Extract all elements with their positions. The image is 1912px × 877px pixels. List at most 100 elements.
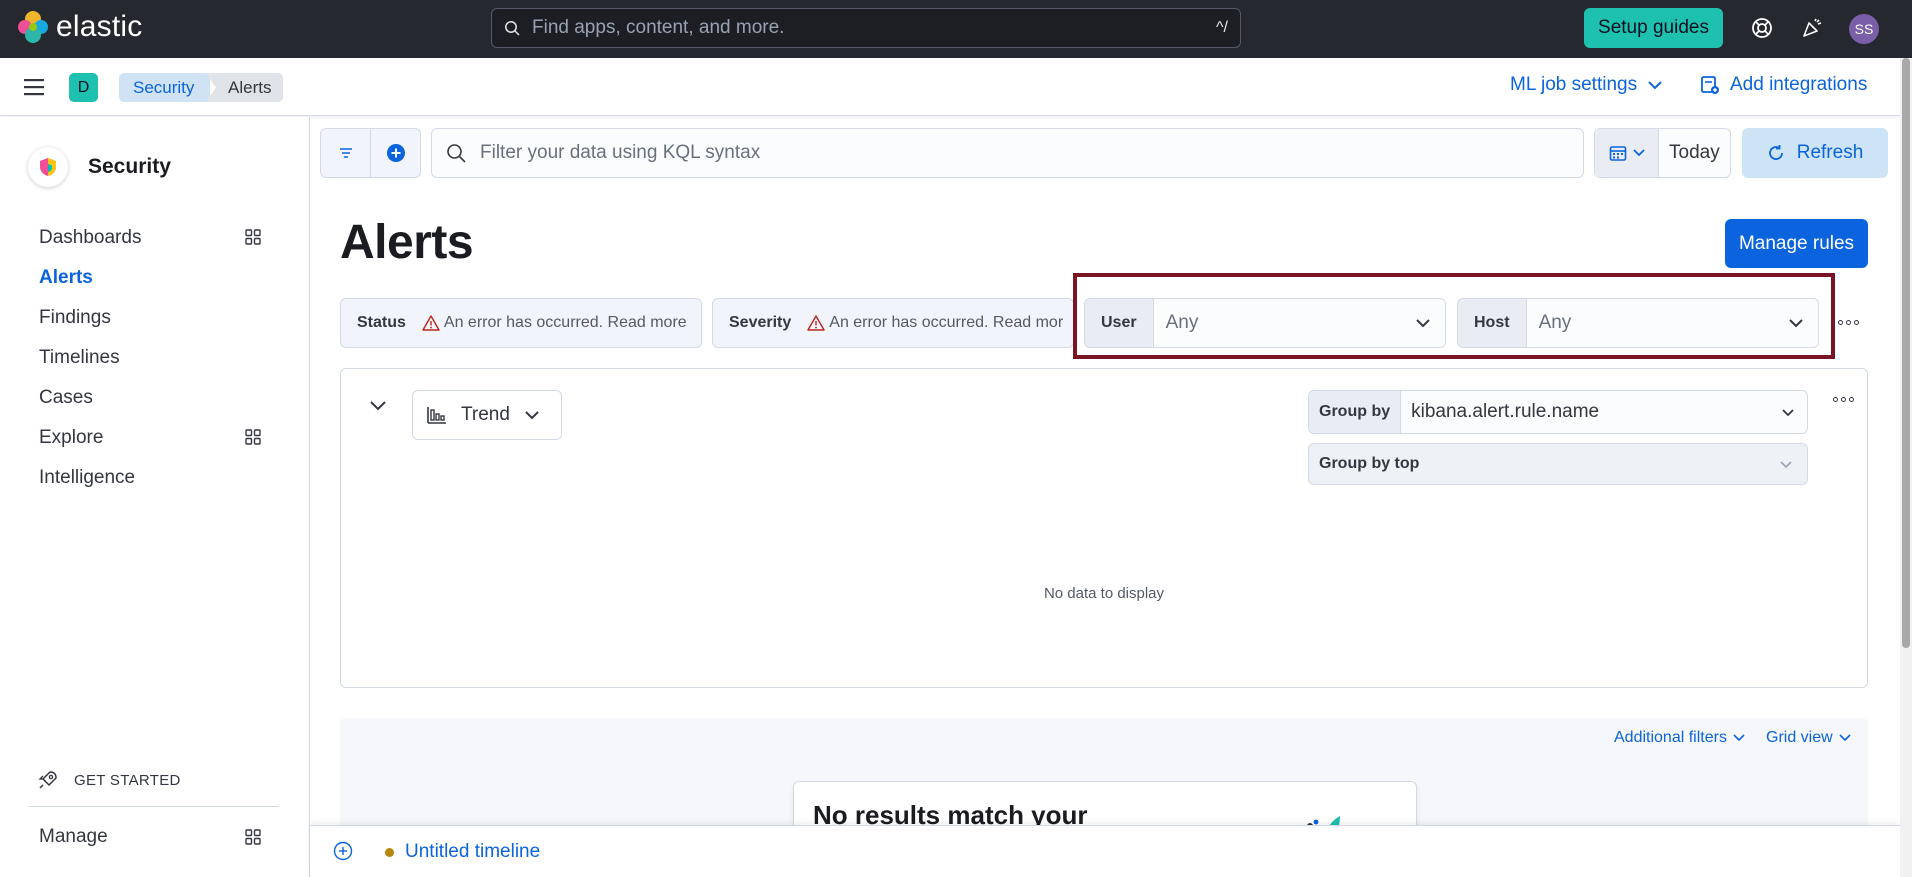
brand-name: elastic bbox=[56, 10, 143, 43]
get-started-link[interactable]: GET STARTED bbox=[38, 770, 181, 790]
filter-more-options-icon[interactable] bbox=[1838, 320, 1859, 325]
refresh-icon bbox=[1768, 145, 1783, 160]
group-by-top-value-field[interactable] bbox=[1429, 444, 1807, 484]
grid-icon[interactable] bbox=[245, 429, 261, 450]
add-integrations-label: Add integrations bbox=[1730, 74, 1868, 95]
ml-job-settings-button[interactable]: ML job settings bbox=[1510, 74, 1663, 96]
timeline-bottom-bar: Untitled timeline bbox=[310, 825, 1900, 877]
plus-circle-icon bbox=[333, 841, 353, 861]
status-filter-error[interactable]: An error has occurred. Read more bbox=[422, 314, 687, 332]
collapse-toggle-button[interactable] bbox=[369, 399, 387, 417]
nav-item-timelines[interactable]: Timelines bbox=[39, 347, 120, 369]
kql-placeholder: Filter your data using KQL syntax bbox=[480, 142, 761, 163]
search-placeholder: Find apps, content, and more. bbox=[532, 17, 785, 38]
chevron-down-icon bbox=[1632, 149, 1645, 157]
menu-toggle-button[interactable] bbox=[10, 68, 58, 106]
severity-filter-label: Severity bbox=[729, 314, 792, 331]
chevron-down-icon bbox=[1782, 408, 1794, 416]
chevron-down-icon bbox=[525, 411, 539, 420]
security-side-nav: Security Dashboards Alerts Findings Time… bbox=[0, 117, 310, 877]
chevron-down-icon bbox=[1733, 734, 1745, 742]
no-data-message: No data to display bbox=[1043, 585, 1165, 602]
filter-options-button[interactable] bbox=[320, 128, 371, 178]
security-logo-icon bbox=[28, 147, 68, 187]
additional-filters-button[interactable]: Additional filters bbox=[1614, 729, 1745, 747]
user-host-highlight-box bbox=[1073, 273, 1835, 359]
refresh-label: Refresh bbox=[1796, 142, 1864, 163]
search-shortcut: ^/ bbox=[1216, 19, 1228, 36]
severity-filter-error[interactable]: An error has occurred. Read mor bbox=[807, 314, 1063, 332]
additional-filters-label: Additional filters bbox=[1614, 729, 1727, 746]
refresh-button[interactable]: Refresh bbox=[1742, 128, 1888, 178]
status-filter-label: Status bbox=[357, 314, 406, 331]
grid-icon[interactable] bbox=[245, 229, 261, 250]
user-avatar[interactable]: SS bbox=[1849, 14, 1879, 44]
add-filter-button[interactable] bbox=[370, 128, 421, 178]
nav-item-explore[interactable]: Explore bbox=[39, 427, 103, 449]
nav-item-alerts[interactable]: Alerts bbox=[39, 267, 93, 289]
side-nav-header[interactable]: Security bbox=[28, 147, 171, 187]
news-feed-icon[interactable] bbox=[1798, 14, 1826, 42]
group-by-top-select[interactable]: Group by top bbox=[1308, 443, 1808, 485]
nav-item-manage[interactable]: Manage bbox=[39, 826, 108, 848]
grid-view-button[interactable]: Grid view bbox=[1766, 729, 1851, 747]
nav-item-findings[interactable]: Findings bbox=[39, 307, 111, 329]
severity-error-text: An error has occurred. Read mor bbox=[829, 314, 1064, 331]
global-header: elastic Find apps, content, and more. ^/… bbox=[0, 0, 1912, 58]
rocket-icon bbox=[38, 771, 57, 789]
status-filter[interactable]: Status An error has occurred. Read more bbox=[340, 298, 702, 348]
nav-item-dashboards[interactable]: Dashboards bbox=[39, 227, 141, 249]
calendar-icon bbox=[1609, 146, 1626, 161]
chart-type-button[interactable]: Trend bbox=[412, 390, 562, 440]
manage-rules-button[interactable]: Manage rules bbox=[1725, 219, 1868, 268]
global-search-input[interactable]: Find apps, content, and more. ^/ bbox=[491, 8, 1241, 48]
panel-more-options-icon[interactable] bbox=[1833, 397, 1854, 402]
group-by-top-label: Group by top bbox=[1319, 455, 1420, 472]
group-by-label: Group by bbox=[1309, 391, 1402, 433]
bar-chart-icon bbox=[427, 407, 446, 424]
scrollbar-thumb[interactable] bbox=[1902, 58, 1910, 648]
add-integrations-button[interactable]: Add integrations bbox=[1700, 74, 1867, 96]
plus-circle-icon bbox=[386, 144, 405, 162]
grid-view-label: Grid view bbox=[1766, 729, 1833, 746]
filter-icon bbox=[339, 148, 352, 158]
warning-icon bbox=[807, 315, 825, 331]
sidebar-divider bbox=[29, 806, 279, 807]
grid-icon[interactable] bbox=[245, 829, 261, 850]
chevron-down-icon bbox=[1839, 734, 1851, 742]
setup-guides-button[interactable]: Setup guides bbox=[1584, 8, 1723, 48]
elastic-logo-icon bbox=[18, 11, 48, 43]
chevron-down-icon bbox=[370, 401, 386, 411]
side-nav-title: Security bbox=[88, 155, 171, 178]
date-range-label: Today bbox=[1669, 142, 1720, 163]
date-picker[interactable]: Today bbox=[1594, 128, 1731, 178]
date-quick-menu-button[interactable] bbox=[1595, 129, 1659, 177]
trend-panel: Trend Group by kibana.alert.rule.name Gr… bbox=[340, 368, 1868, 688]
status-error-text: An error has occurred. Read more bbox=[443, 314, 687, 331]
ml-job-settings-label: ML job settings bbox=[1510, 74, 1638, 95]
get-started-label: GET STARTED bbox=[74, 771, 181, 789]
add-integration-icon bbox=[1701, 76, 1719, 94]
nav-item-cases[interactable]: Cases bbox=[39, 387, 93, 409]
search-icon bbox=[505, 21, 520, 36]
severity-filter[interactable]: Severity An error has occurred. Read mor bbox=[712, 298, 1074, 348]
search-icon bbox=[447, 144, 466, 163]
space-avatar[interactable]: D bbox=[69, 73, 98, 102]
timeline-title-link[interactable]: Untitled timeline bbox=[405, 841, 540, 863]
page-scrollbar[interactable] bbox=[1900, 58, 1912, 877]
add-timeline-button[interactable] bbox=[333, 841, 353, 866]
breadcrumb-bar: D Security Alerts ML job settings Add in… bbox=[0, 58, 1900, 116]
chevron-down-icon bbox=[1648, 81, 1662, 90]
breadcrumb-alerts: Alerts bbox=[206, 73, 284, 102]
chart-type-label: Trend bbox=[461, 404, 510, 425]
nav-item-intelligence[interactable]: Intelligence bbox=[39, 467, 135, 489]
elastic-logo[interactable]: elastic bbox=[18, 10, 142, 44]
group-by-select[interactable]: Group by kibana.alert.rule.name bbox=[1308, 390, 1808, 434]
breadcrumb-security[interactable]: Security bbox=[119, 73, 211, 102]
kql-query-input[interactable]: Filter your data using KQL syntax bbox=[431, 128, 1584, 178]
help-icon[interactable] bbox=[1748, 14, 1776, 42]
group-by-value: kibana.alert.rule.name bbox=[1411, 401, 1600, 422]
group-by-value-field[interactable]: kibana.alert.rule.name bbox=[1401, 391, 1807, 433]
hamburger-icon bbox=[24, 79, 44, 96]
warning-icon bbox=[422, 315, 440, 331]
